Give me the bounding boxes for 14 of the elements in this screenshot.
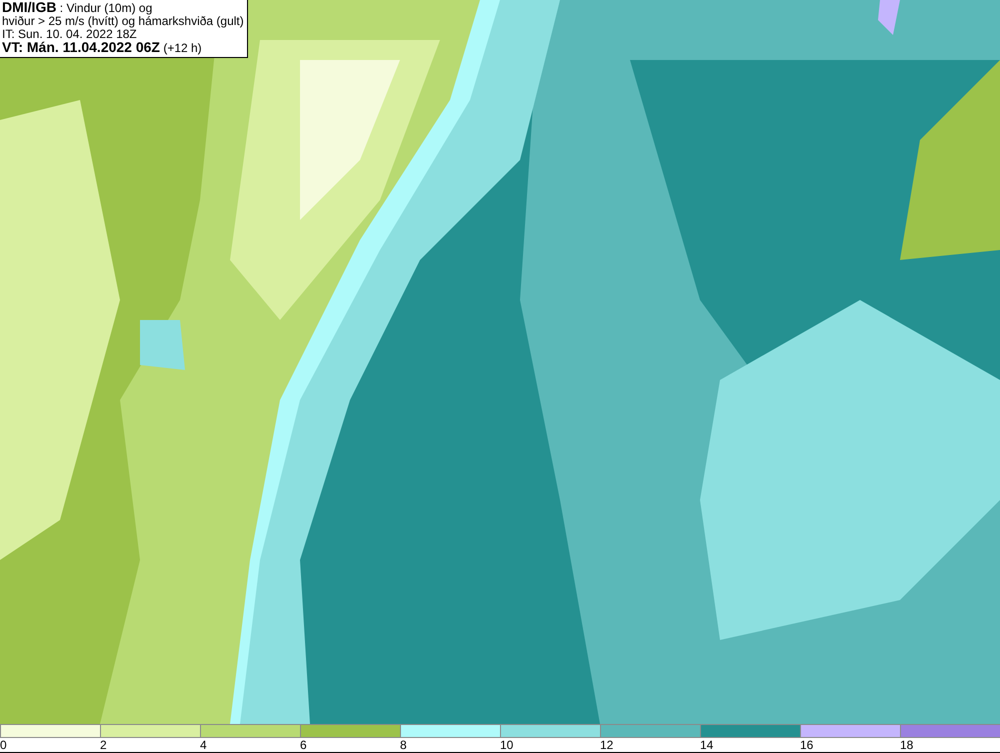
legend-label: 6 [300,739,307,752]
legend-label: 14 [700,739,714,752]
header-text: DMI/IGB : Vindur (10m) og [2,1,154,15]
legend-label: 4 [200,739,207,752]
header-text: VT: Mán. 11.04.2022 06Z (+12 h) [2,41,203,55]
legend-label: 16 [800,739,814,752]
legend-label: 12 [600,739,614,752]
legend-label: 18 [900,739,914,752]
header-text: hviður > 25 m/s (hvítt) og hámarkshviða (gult) [2,15,244,28]
legend-label: 2 [100,739,107,752]
legend-label: 10 [500,739,514,752]
header-text: IT: Sun. 10. 04. 2022 18Z [2,28,138,41]
legend-label: 0 [0,739,7,752]
legend-label: 8 [400,739,407,752]
